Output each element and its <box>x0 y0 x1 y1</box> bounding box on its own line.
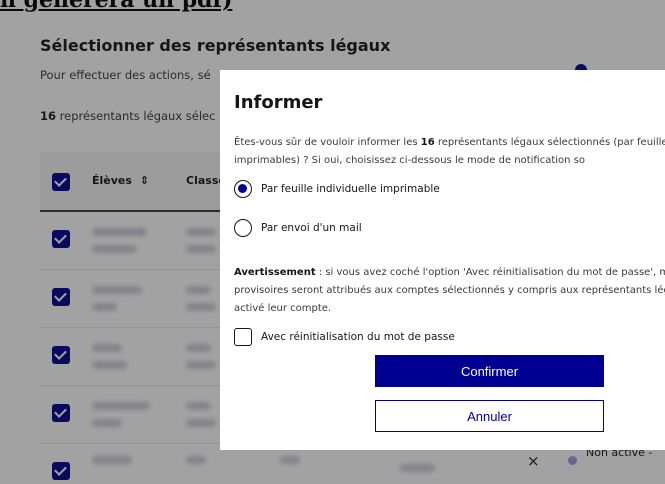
reset-password-checkbox[interactable] <box>234 328 252 346</box>
dialog-description-part: Êtes-vous sûr de vouloir informer les <box>234 137 421 148</box>
dialog-description: Êtes-vous sûr de vouloir informer les 16… <box>234 134 665 170</box>
dialog-description-count: 16 <box>420 137 435 148</box>
reset-password-label[interactable]: Avec réinitialisation du mot de passe <box>261 331 455 343</box>
radio-option-print[interactable]: Par feuille individuelle imprimable <box>234 180 440 198</box>
warning-label: Avertissement <box>234 267 316 278</box>
reset-password-option[interactable]: Avec réinitialisation du mot de passe <box>234 328 455 346</box>
radio-print[interactable] <box>234 180 252 198</box>
radio-mail[interactable] <box>234 219 252 237</box>
warning-text: Avertissement : si vous avez coché l'opt… <box>234 264 665 318</box>
radio-option-mail[interactable]: Par envoi d'un mail <box>234 219 362 237</box>
dialog-title: Informer <box>234 92 323 113</box>
informer-dialog: Informer Êtes-vous sûr de vouloir inform… <box>220 70 665 450</box>
radio-mail-label[interactable]: Par envoi d'un mail <box>261 222 362 234</box>
cancel-button[interactable]: Annuler <box>375 400 604 432</box>
confirm-button[interactable]: Confirmer <box>375 355 604 387</box>
radio-print-label[interactable]: Par feuille individuelle imprimable <box>261 183 440 195</box>
